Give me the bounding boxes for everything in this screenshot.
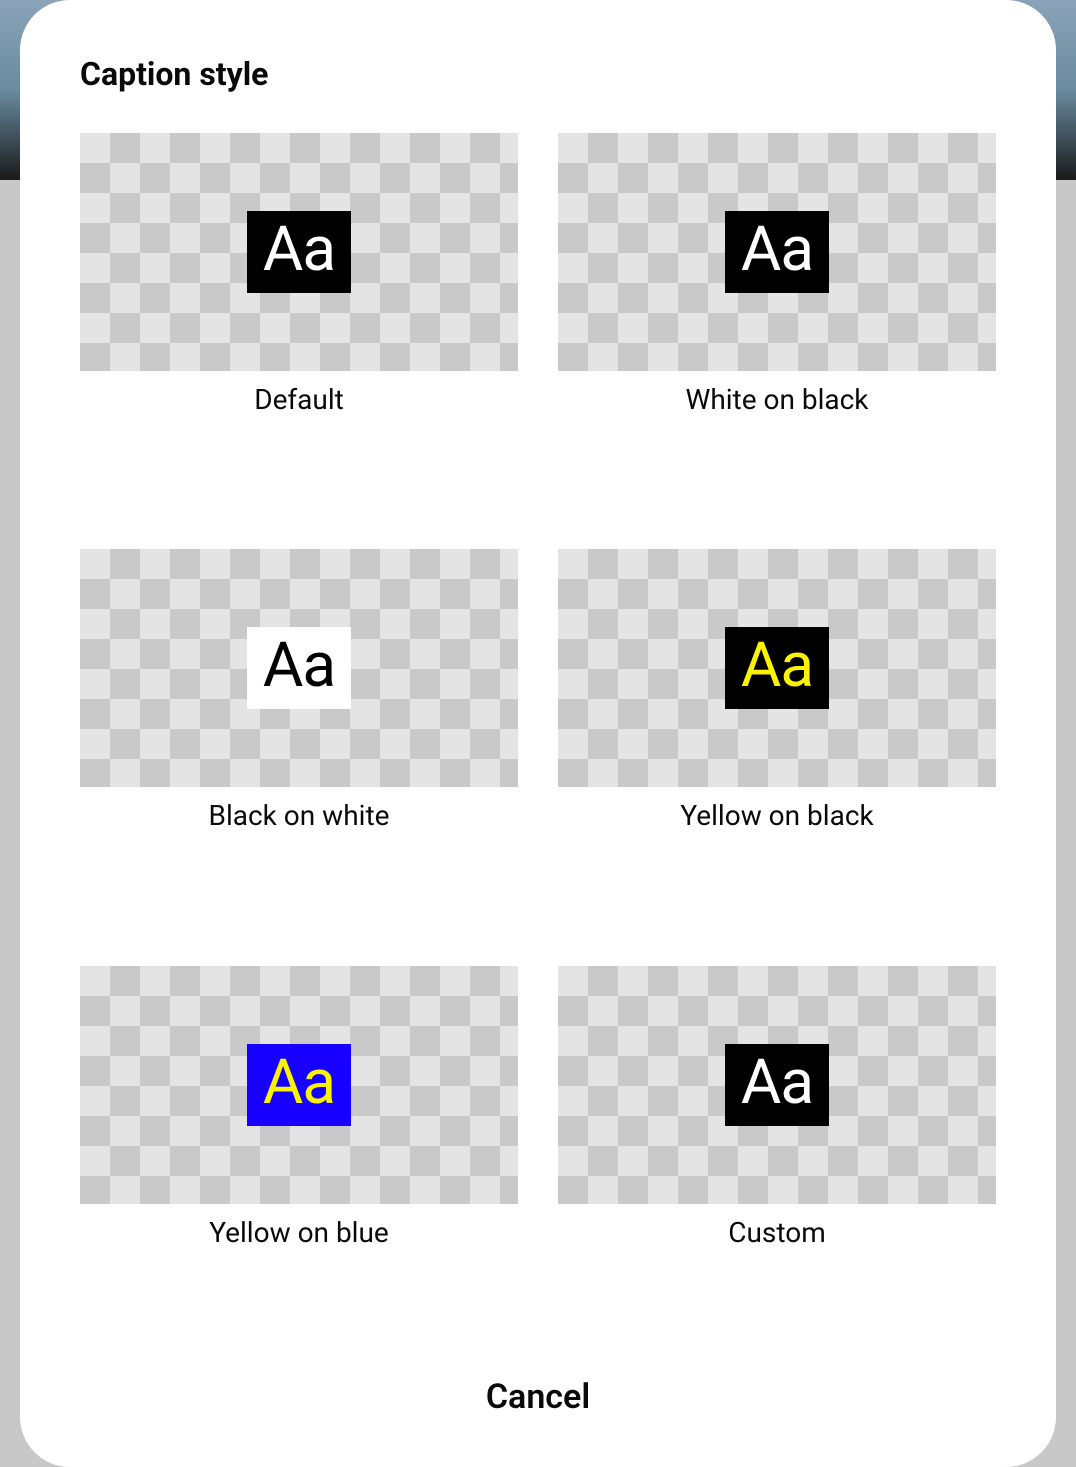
cancel-button[interactable]: Cancel [80,1362,996,1427]
preview-custom: Aa [558,966,996,1204]
option-label: Default [254,383,344,416]
preview-black-on-white: Aa [80,549,518,787]
option-custom[interactable]: Aa Custom [558,966,996,1312]
option-label: Yellow on blue [209,1216,389,1249]
sample-box-yellow-on-black: Aa [725,627,829,709]
option-yellow-on-black[interactable]: Aa Yellow on black [558,549,996,895]
sample-text: Aa [741,1052,813,1114]
option-default[interactable]: Aa Default [80,133,518,479]
sample-box-black-on-white: Aa [247,627,351,709]
preview-white-on-black: Aa [558,133,996,371]
sample-box-custom: Aa [725,1044,829,1126]
options-grid: Aa Default Aa White on black Aa Black on… [80,133,996,1312]
dialog-title: Caption style [80,55,996,93]
option-label: Custom [728,1216,826,1249]
option-black-on-white[interactable]: Aa Black on white [80,549,518,895]
sample-box-default: Aa [247,211,351,293]
sample-text: Aa [263,219,335,281]
sample-text: Aa [263,1052,335,1114]
preview-default: Aa [80,133,518,371]
sample-box-white-on-black: Aa [725,211,829,293]
preview-yellow-on-blue: Aa [80,966,518,1204]
option-label: Black on white [209,799,390,832]
caption-style-dialog: Caption style Aa Default Aa White on bla… [20,0,1056,1467]
option-label: Yellow on black [680,799,873,832]
preview-yellow-on-black: Aa [558,549,996,787]
option-white-on-black[interactable]: Aa White on black [558,133,996,479]
sample-text: Aa [263,635,335,697]
sample-text: Aa [741,635,813,697]
sample-text: Aa [741,219,813,281]
option-label: White on black [685,383,868,416]
sample-box-yellow-on-blue: Aa [247,1044,351,1126]
option-yellow-on-blue[interactable]: Aa Yellow on blue [80,966,518,1312]
